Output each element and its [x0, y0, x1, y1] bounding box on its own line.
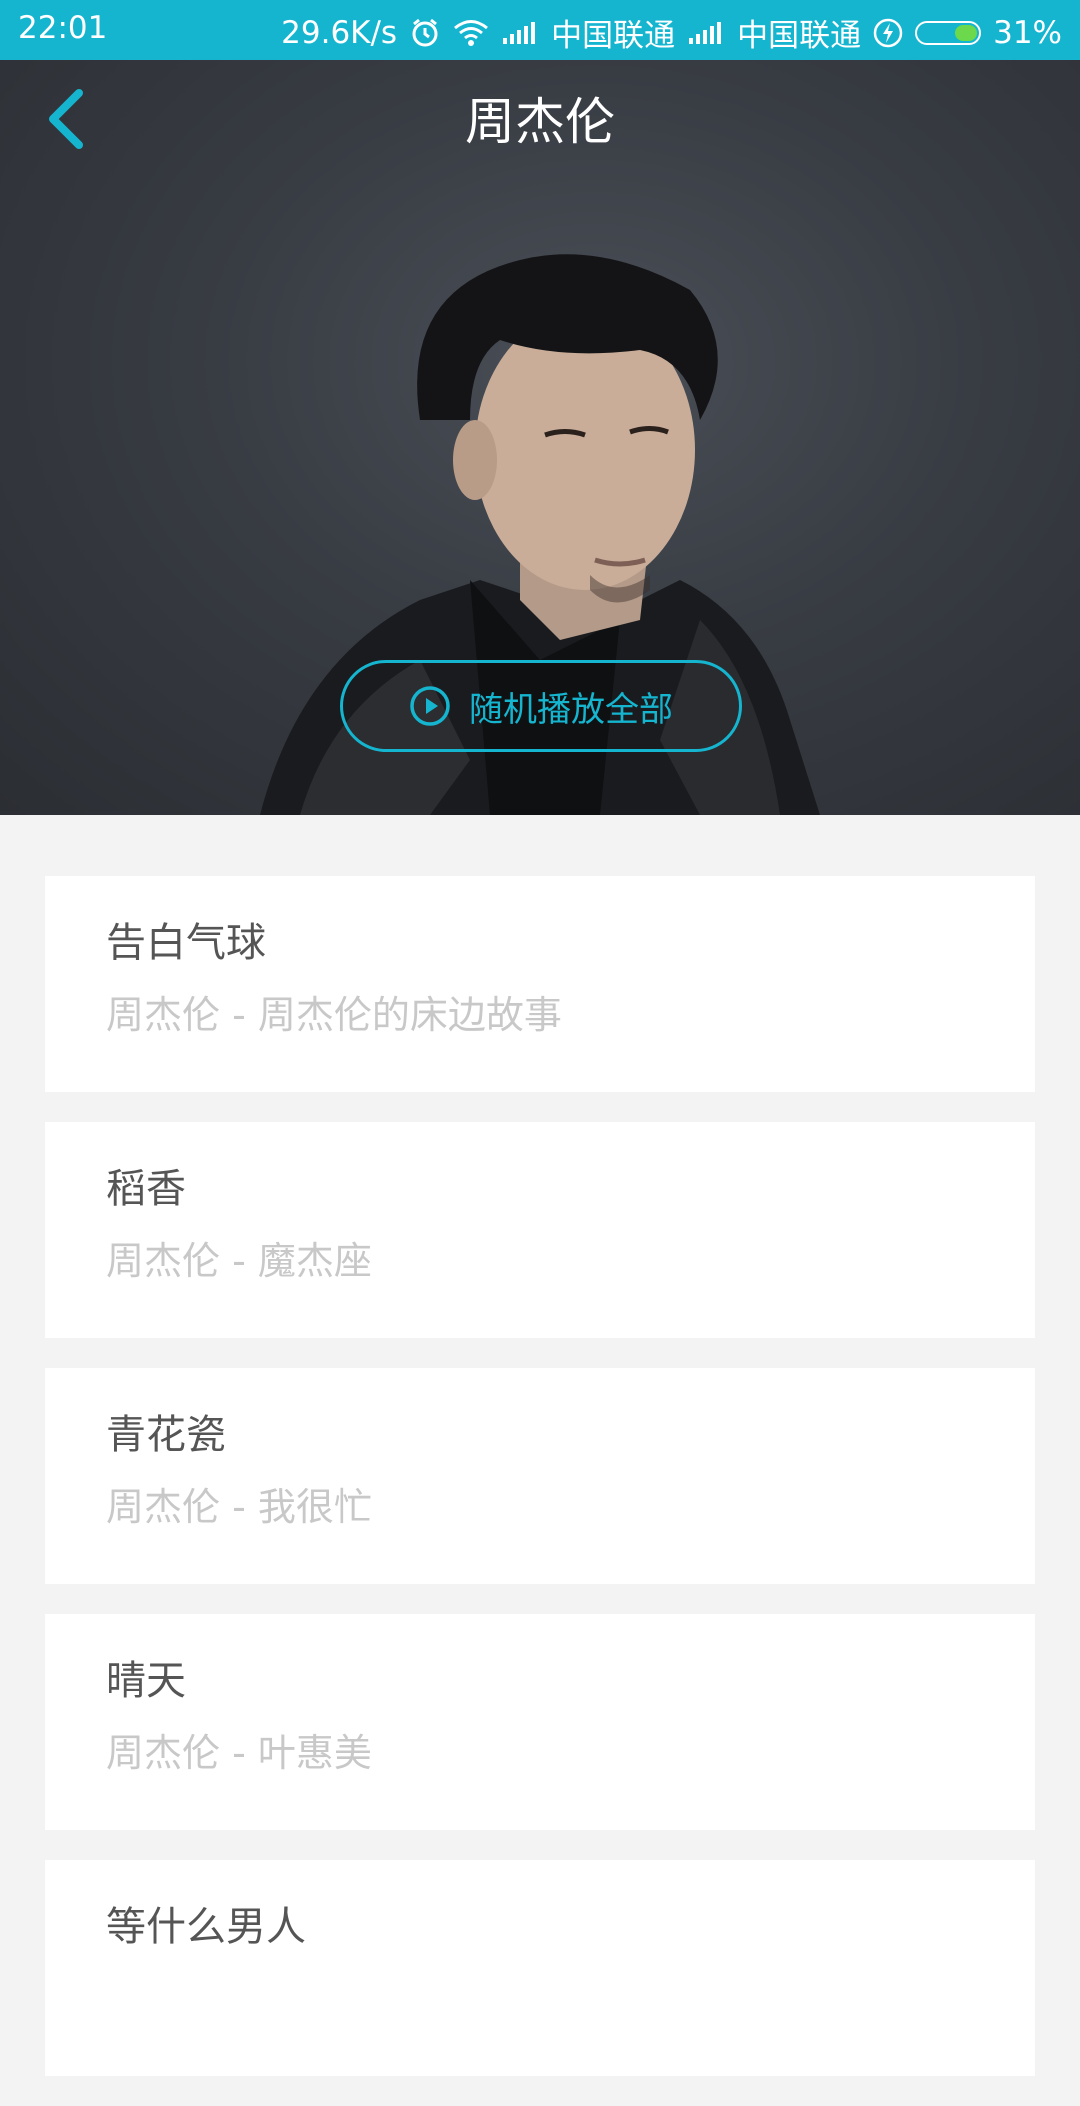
signal-icon	[501, 20, 539, 46]
wifi-icon	[453, 19, 489, 47]
song-item[interactable]: 告白气球 周杰伦 - 周杰伦的床边故事	[45, 876, 1035, 1092]
song-title: 青花瓷	[106, 1412, 226, 1458]
song-item[interactable]: 晴天 周杰伦 - 叶惠美	[45, 1614, 1035, 1830]
song-item[interactable]: 青花瓷 周杰伦 - 我很忙	[45, 1368, 1035, 1584]
status-right: 29.6K/s 中国联通 中国联通 31%	[281, 10, 1062, 55]
signal-icon	[687, 20, 725, 46]
carrier-2: 中国联通	[737, 18, 862, 54]
battery-percent: 31%	[993, 14, 1062, 51]
shuffle-play-all-button[interactable]: 随机播放全部	[340, 660, 742, 752]
play-circle-icon	[410, 686, 450, 726]
song-subtitle: 周杰伦 - 魔杰座	[106, 1239, 372, 1283]
song-title: 稻香	[106, 1166, 186, 1212]
song-item[interactable]: 稻香 周杰伦 - 魔杰座	[45, 1122, 1035, 1338]
song-list: 告白气球 周杰伦 - 周杰伦的床边故事 稻香 周杰伦 - 魔杰座 青花瓷 周杰伦…	[45, 876, 1035, 2106]
shuffle-play-all-label: 随机播放全部	[469, 689, 673, 730]
song-subtitle: 周杰伦 - 周杰伦的床边故事	[106, 993, 562, 1037]
artist-hero: 周杰伦 随机播放全部	[0, 60, 1080, 815]
song-subtitle: 周杰伦 - 叶惠美	[106, 1731, 372, 1775]
song-subtitle: 周杰伦 - 我很忙	[106, 1485, 372, 1529]
status-time: 22:01	[18, 10, 108, 46]
network-speed: 29.6K/s	[281, 14, 398, 51]
song-title: 告白气球	[106, 920, 266, 966]
charging-icon	[873, 18, 903, 48]
battery-icon	[915, 20, 982, 45]
alarm-icon	[409, 17, 441, 49]
song-title: 晴天	[106, 1658, 186, 1704]
song-item[interactable]: 等什么男人	[45, 1860, 1035, 2076]
status-bar: 22:01 29.6K/s 中国联通 中国联通 31%	[0, 0, 1080, 60]
carrier-1: 中国联通	[551, 18, 676, 54]
page-title: 周杰伦	[465, 93, 615, 151]
song-title: 等什么男人	[106, 1904, 306, 1950]
